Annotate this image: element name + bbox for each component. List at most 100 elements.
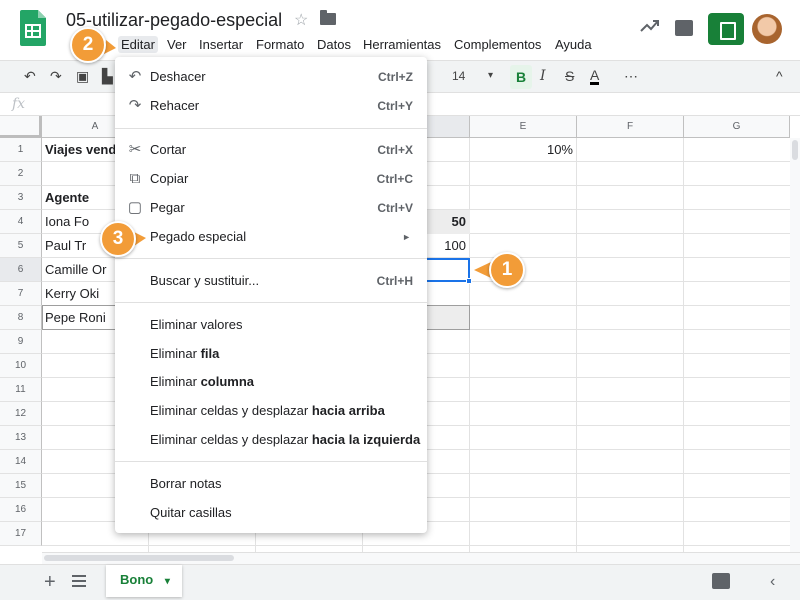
row-header[interactable]: 6 bbox=[0, 258, 42, 282]
row-header[interactable]: 15 bbox=[0, 474, 42, 498]
row-header[interactable]: 11 bbox=[0, 378, 42, 402]
shortcut-label: Ctrl+Z bbox=[377, 70, 413, 84]
menu-item-eliminar-valores[interactable]: Eliminar valores bbox=[115, 312, 427, 338]
column-header-f[interactable]: F bbox=[577, 116, 684, 138]
menu-formato[interactable]: Formato bbox=[253, 36, 307, 53]
row-header[interactable]: 12 bbox=[0, 402, 42, 426]
menu-item-buscar-sustituir[interactable]: Buscar y sustituir... Ctrl+H bbox=[115, 268, 427, 294]
avatar[interactable] bbox=[752, 14, 782, 44]
menu-item-label: Eliminar valores bbox=[150, 317, 243, 332]
row-header[interactable]: 14 bbox=[0, 450, 42, 474]
folder-icon[interactable] bbox=[320, 10, 336, 25]
row-header[interactable]: 3 bbox=[0, 186, 42, 210]
comment-icon[interactable] bbox=[675, 20, 693, 36]
menu-item-quitar-casillas[interactable]: Quitar casillas bbox=[115, 500, 427, 526]
italic-button[interactable]: I bbox=[540, 68, 546, 84]
menu-item-label: Pegado especial bbox=[150, 229, 247, 244]
cell-e1[interactable]: 10% bbox=[470, 138, 577, 162]
vertical-scrollbar[interactable] bbox=[790, 138, 800, 552]
grid-line bbox=[683, 138, 684, 552]
menu-ver[interactable]: Ver bbox=[164, 36, 190, 53]
menu-item-cortar[interactable]: ✂ Cortar Ctrl+X bbox=[115, 137, 427, 163]
label-prefix: Eliminar celdas y desplazar bbox=[150, 432, 312, 447]
row-header[interactable]: 8 bbox=[0, 306, 42, 330]
row-header[interactable]: 13 bbox=[0, 426, 42, 450]
label-emphasis: hacia arriba bbox=[311, 403, 385, 418]
font-size-select[interactable]: 14 bbox=[452, 69, 465, 83]
document-title[interactable]: 05-utilizar-pegado-especial bbox=[66, 10, 282, 31]
row-header[interactable]: 4 bbox=[0, 210, 42, 234]
sheets-logo-icon[interactable] bbox=[20, 10, 46, 46]
shortcut-label: Ctrl+Y bbox=[377, 99, 413, 113]
row-header[interactable]: 16 bbox=[0, 498, 42, 522]
top-bar: 05-utilizar-pegado-especial ☆ o Editar V… bbox=[0, 0, 800, 60]
menu-item-eliminar-fila[interactable]: Eliminar fila bbox=[115, 341, 427, 367]
menu-complementos[interactable]: Complementos bbox=[451, 36, 544, 53]
grid-line bbox=[469, 138, 470, 552]
vertical-scroll-thumb[interactable] bbox=[792, 140, 798, 160]
select-all-corner[interactable] bbox=[0, 116, 42, 138]
row-header[interactable]: 10 bbox=[0, 354, 42, 378]
add-sheet-button[interactable]: + bbox=[44, 571, 56, 594]
font-size-dropdown-icon[interactable]: ▾ bbox=[488, 70, 493, 81]
menu-item-eliminar-columna[interactable]: Eliminar columna bbox=[115, 369, 427, 395]
grid-line bbox=[576, 138, 577, 552]
horizontal-scroll-thumb[interactable] bbox=[44, 555, 234, 561]
step-2-callout: 2 bbox=[70, 27, 106, 63]
menu-item-pegado-especial[interactable]: Pegado especial ► bbox=[115, 224, 427, 250]
menu-divider bbox=[115, 258, 427, 259]
menu-item-label: Pegar bbox=[150, 200, 185, 215]
all-sheets-icon[interactable] bbox=[72, 575, 86, 587]
star-icon[interactable]: ☆ bbox=[294, 10, 308, 30]
print-icon[interactable]: ▣ bbox=[76, 68, 89, 85]
label-emphasis: hacia la izquierda bbox=[311, 432, 421, 447]
fill-handle[interactable] bbox=[466, 278, 472, 284]
more-options-button[interactable]: ⋯ bbox=[624, 68, 638, 85]
menu-item-borrar-notas[interactable]: Borrar notas bbox=[115, 471, 427, 497]
menu-ayuda[interactable]: Ayuda bbox=[552, 36, 595, 53]
activity-trend-icon[interactable] bbox=[640, 18, 660, 34]
redo-icon[interactable]: ↷ bbox=[50, 68, 62, 85]
menu-item-desplazar-izquierda[interactable]: Eliminar celdas y desplazar hacia la izq… bbox=[115, 427, 427, 453]
collapse-toolbar-icon[interactable]: ^ bbox=[776, 68, 783, 84]
paste-icon: ▢ bbox=[127, 199, 143, 216]
menu-item-label: Rehacer bbox=[150, 98, 200, 113]
menu-item-rehacer[interactable]: ↷ Rehacer Ctrl+Y bbox=[115, 93, 427, 119]
menu-divider bbox=[115, 461, 427, 462]
menu-divider bbox=[115, 128, 427, 129]
menu-item-deshacer[interactable]: ↶ Deshacer Ctrl+Z bbox=[115, 64, 427, 90]
column-header-e[interactable]: E bbox=[470, 116, 577, 138]
menu-datos[interactable]: Datos bbox=[314, 36, 354, 53]
paint-format-icon[interactable]: ▙ bbox=[102, 68, 113, 85]
menu-item-pegar[interactable]: ▢ Pegar Ctrl+V bbox=[115, 195, 427, 221]
menu-item-copiar[interactable]: ⧉ Copiar Ctrl+C bbox=[115, 166, 427, 192]
menu-editar[interactable]: Editar bbox=[118, 36, 158, 53]
strikethrough-button[interactable]: S bbox=[565, 68, 574, 84]
sheet-menu-dropdown-icon[interactable]: ▾ bbox=[165, 576, 170, 587]
row-header[interactable]: 1 bbox=[0, 138, 42, 162]
explore-icon[interactable] bbox=[712, 573, 730, 589]
undo-icon[interactable]: ↶ bbox=[24, 68, 36, 85]
row-header[interactable]: 17 bbox=[0, 522, 42, 546]
text-color-button[interactable]: A bbox=[590, 68, 600, 85]
sheet-tab-bono[interactable]: Bono ▾ bbox=[106, 565, 182, 597]
row-header[interactable]: 2 bbox=[0, 162, 42, 186]
row-header[interactable]: 7 bbox=[0, 282, 42, 306]
menu-item-label: Eliminar celdas y desplazar hacia la izq… bbox=[150, 427, 420, 453]
cut-icon: ✂ bbox=[128, 141, 142, 158]
menu-item-label: Eliminar columna bbox=[150, 369, 254, 395]
chevron-left-icon[interactable]: ‹ bbox=[770, 573, 775, 591]
column-header-g[interactable]: G bbox=[684, 116, 790, 138]
menu-insertar[interactable]: Insertar bbox=[196, 36, 246, 53]
edit-menu-dropdown: ↶ Deshacer Ctrl+Z ↷ Rehacer Ctrl+Y ✂ Cor… bbox=[115, 57, 427, 533]
shortcut-label: Ctrl+V bbox=[377, 201, 413, 215]
row-header[interactable]: 5 bbox=[0, 234, 42, 258]
bold-button[interactable]: B bbox=[510, 65, 532, 89]
share-button[interactable] bbox=[708, 13, 744, 45]
row-header[interactable]: 9 bbox=[0, 330, 42, 354]
grid-line bbox=[42, 545, 800, 546]
submenu-arrow-icon: ► bbox=[402, 232, 411, 242]
menu-item-desplazar-arriba[interactable]: Eliminar celdas y desplazar hacia arriba bbox=[115, 398, 427, 424]
menu-herramientas[interactable]: Herramientas bbox=[360, 36, 444, 53]
shortcut-label: Ctrl+H bbox=[376, 274, 413, 288]
